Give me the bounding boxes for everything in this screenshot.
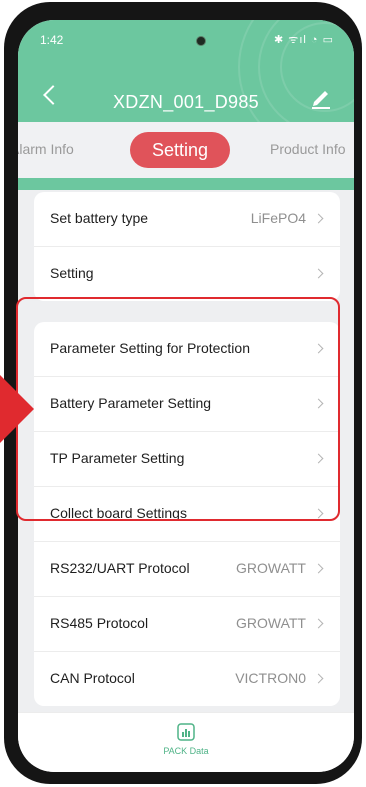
tab-setting[interactable]: Setting (130, 132, 230, 168)
status-icons: ✱ ᯤıl ◔ ▭ (274, 34, 334, 46)
tab-alarm-info[interactable]: Alarm Info (18, 141, 74, 157)
highlight-box (16, 297, 340, 521)
chevron-right-icon (313, 563, 324, 574)
status-bar: 1:42 ✱ ᯤıl ◔ ▭ (18, 20, 354, 60)
bottom-nav: PACK Data (18, 712, 354, 772)
tab-bar: Alarm Info Setting Product Info (18, 122, 354, 178)
list-item-rs232-protocol[interactable]: RS232/UART Protocol GROWATT (34, 542, 340, 597)
list-item-set-battery-type[interactable]: Set battery type LiFePO4 (34, 192, 340, 247)
page-title: XDZN_001_D985 (113, 92, 259, 112)
row-label: RS232/UART Protocol (50, 560, 190, 576)
row-label: CAN Protocol (50, 670, 135, 686)
chevron-right-icon (313, 618, 324, 629)
row-value: GROWATT (236, 560, 306, 576)
chevron-right-icon (313, 213, 324, 224)
camera-icon (196, 36, 206, 46)
list-item-can-protocol[interactable]: CAN Protocol VICTRON0 (34, 652, 340, 706)
status-time: 1:42 (40, 33, 64, 47)
pointer-arrow (0, 375, 34, 443)
row-label: RS485 Protocol (50, 615, 149, 631)
settings-card-basic: Set battery type LiFePO4 Setting (34, 192, 340, 301)
bottom-nav-label[interactable]: PACK Data (18, 746, 354, 756)
pack-data-icon[interactable] (176, 722, 196, 742)
row-value: LiFePO4 (250, 210, 306, 226)
row-label: Set battery type (50, 210, 149, 226)
edit-icon[interactable] (308, 84, 334, 110)
nav-bar: XDZN_001_D985 (18, 80, 354, 120)
list-item-setting[interactable]: Setting (34, 247, 340, 301)
list-item-rs485-protocol[interactable]: RS485 Protocol GROWATT (34, 597, 340, 652)
row-label: Setting (50, 265, 94, 281)
tab-product-info[interactable]: Product Info (270, 141, 346, 157)
chevron-right-icon (313, 673, 324, 684)
chevron-right-icon (313, 268, 324, 279)
row-value: VICTRON0 (235, 670, 306, 686)
row-value: GROWATT (236, 615, 306, 631)
